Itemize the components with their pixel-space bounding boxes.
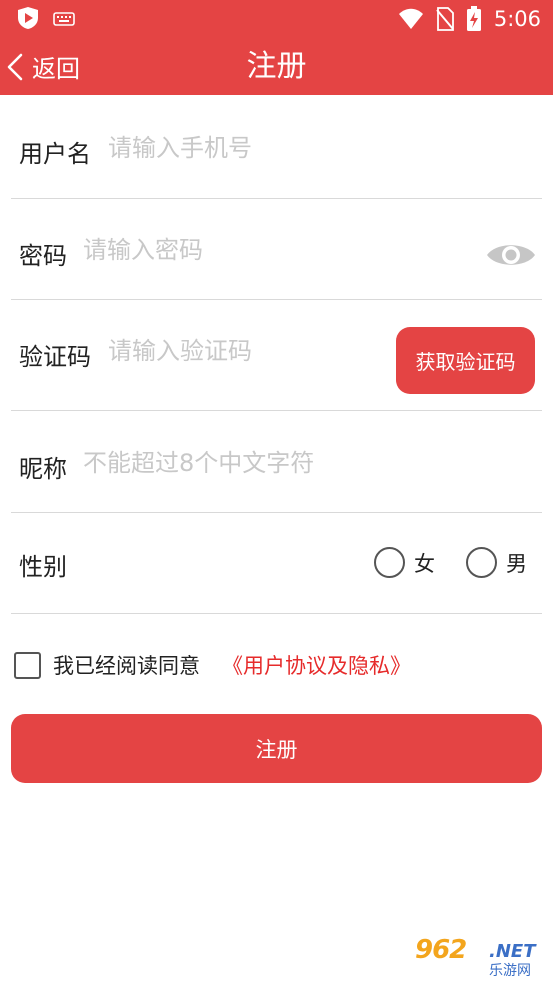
get-code-button[interactable]: 获取验证码 xyxy=(396,327,535,394)
nickname-label: 昵称 xyxy=(19,455,67,483)
gender-option-female[interactable]: 女 xyxy=(374,547,435,578)
password-input[interactable] xyxy=(83,230,463,270)
username-input[interactable] xyxy=(108,128,528,168)
keyboard-icon xyxy=(53,12,75,26)
chevron-left-icon xyxy=(7,53,23,80)
nav-bar: 返回 注册 xyxy=(0,38,553,95)
gender-row: 性别 女 男 xyxy=(11,513,542,614)
status-bar: 5:06 xyxy=(0,0,553,38)
username-row: 用户名 xyxy=(11,95,542,199)
gender-male-label: 男 xyxy=(506,551,527,576)
shield-app-icon xyxy=(18,7,38,29)
watermark-suffix: .NET xyxy=(489,941,536,962)
watermark-tagline: 乐游网 xyxy=(489,963,531,979)
password-row: 密码 xyxy=(11,199,542,300)
page-title: 注册 xyxy=(246,49,307,84)
agreement-checkbox[interactable] xyxy=(14,651,41,679)
nickname-input[interactable] xyxy=(83,443,523,483)
battery-charging-icon xyxy=(466,6,481,31)
back-label: 返回 xyxy=(32,55,80,83)
status-time: 5:06 xyxy=(493,7,541,31)
no-sim-icon xyxy=(436,7,454,31)
register-button[interactable]: 注册 xyxy=(11,714,542,783)
password-label: 密码 xyxy=(19,242,67,270)
radio-male[interactable] xyxy=(466,547,497,578)
watermark-number: 962 xyxy=(415,935,467,965)
code-input[interactable] xyxy=(108,331,388,371)
back-button[interactable]: 返回 xyxy=(6,38,80,95)
username-label: 用户名 xyxy=(19,140,91,168)
radio-female[interactable] xyxy=(374,547,405,578)
gender-label: 性别 xyxy=(19,553,67,581)
wifi-icon xyxy=(398,8,423,29)
agreement-text: 我已经阅读同意 xyxy=(53,654,200,678)
watermark-logo: 962 .NET 乐游网 xyxy=(415,935,546,979)
agreement-row: 我已经阅读同意 《用户协议及隐私》 xyxy=(14,650,411,680)
code-row: 验证码 获取验证码 xyxy=(11,300,542,411)
nickname-row: 昵称 xyxy=(11,411,542,513)
agreement-link[interactable]: 《用户协议及隐私》 xyxy=(222,650,411,680)
eye-icon[interactable] xyxy=(486,239,536,271)
code-label: 验证码 xyxy=(19,343,91,371)
gender-female-label: 女 xyxy=(414,551,435,576)
gender-option-male[interactable]: 男 xyxy=(466,547,527,578)
